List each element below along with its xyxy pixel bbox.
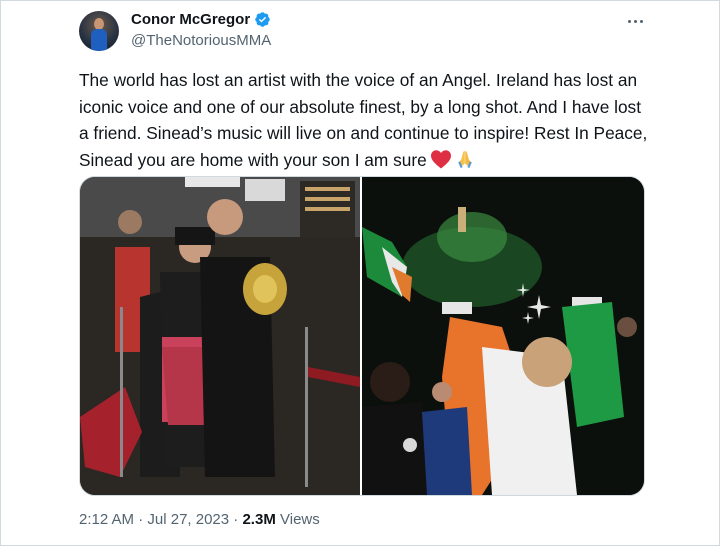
author-display-name[interactable]: Conor McGregor: [131, 11, 250, 28]
photo-right-scene: [362, 177, 644, 495]
tweet-text: The world has lost an artist with the vo…: [79, 67, 649, 173]
meta-separator: ·: [233, 511, 239, 528]
views-count: 2.3M: [242, 511, 276, 528]
red-heart-emoji: [430, 149, 451, 168]
meta-separator: ·: [138, 511, 144, 528]
author-avatar[interactable]: [79, 11, 119, 51]
author-handle[interactable]: @TheNotoriousMMA: [131, 32, 271, 49]
more-options-icon[interactable]: [625, 11, 645, 31]
tweet-date[interactable]: Jul 27, 2023: [147, 511, 229, 528]
views-label: Views: [280, 511, 320, 528]
media-grid: [79, 176, 645, 496]
photo-left-scene: [80, 177, 360, 495]
author-name-row: Conor McGregor: [131, 11, 271, 28]
tweet-text-content: The world has lost an artist with the vo…: [79, 70, 648, 170]
photo-right[interactable]: [362, 177, 644, 495]
tweet-meta: 2:12 AM · Jul 27, 2023 · 2.3M Views: [79, 511, 320, 528]
folded-hands-emoji: [457, 150, 472, 168]
verified-badge-icon: [255, 12, 270, 27]
photo-left[interactable]: [80, 177, 360, 495]
tweet-time[interactable]: 2:12 AM: [79, 511, 134, 528]
tweet-card: Conor McGregor @TheNotoriousMMA The worl…: [0, 0, 720, 546]
